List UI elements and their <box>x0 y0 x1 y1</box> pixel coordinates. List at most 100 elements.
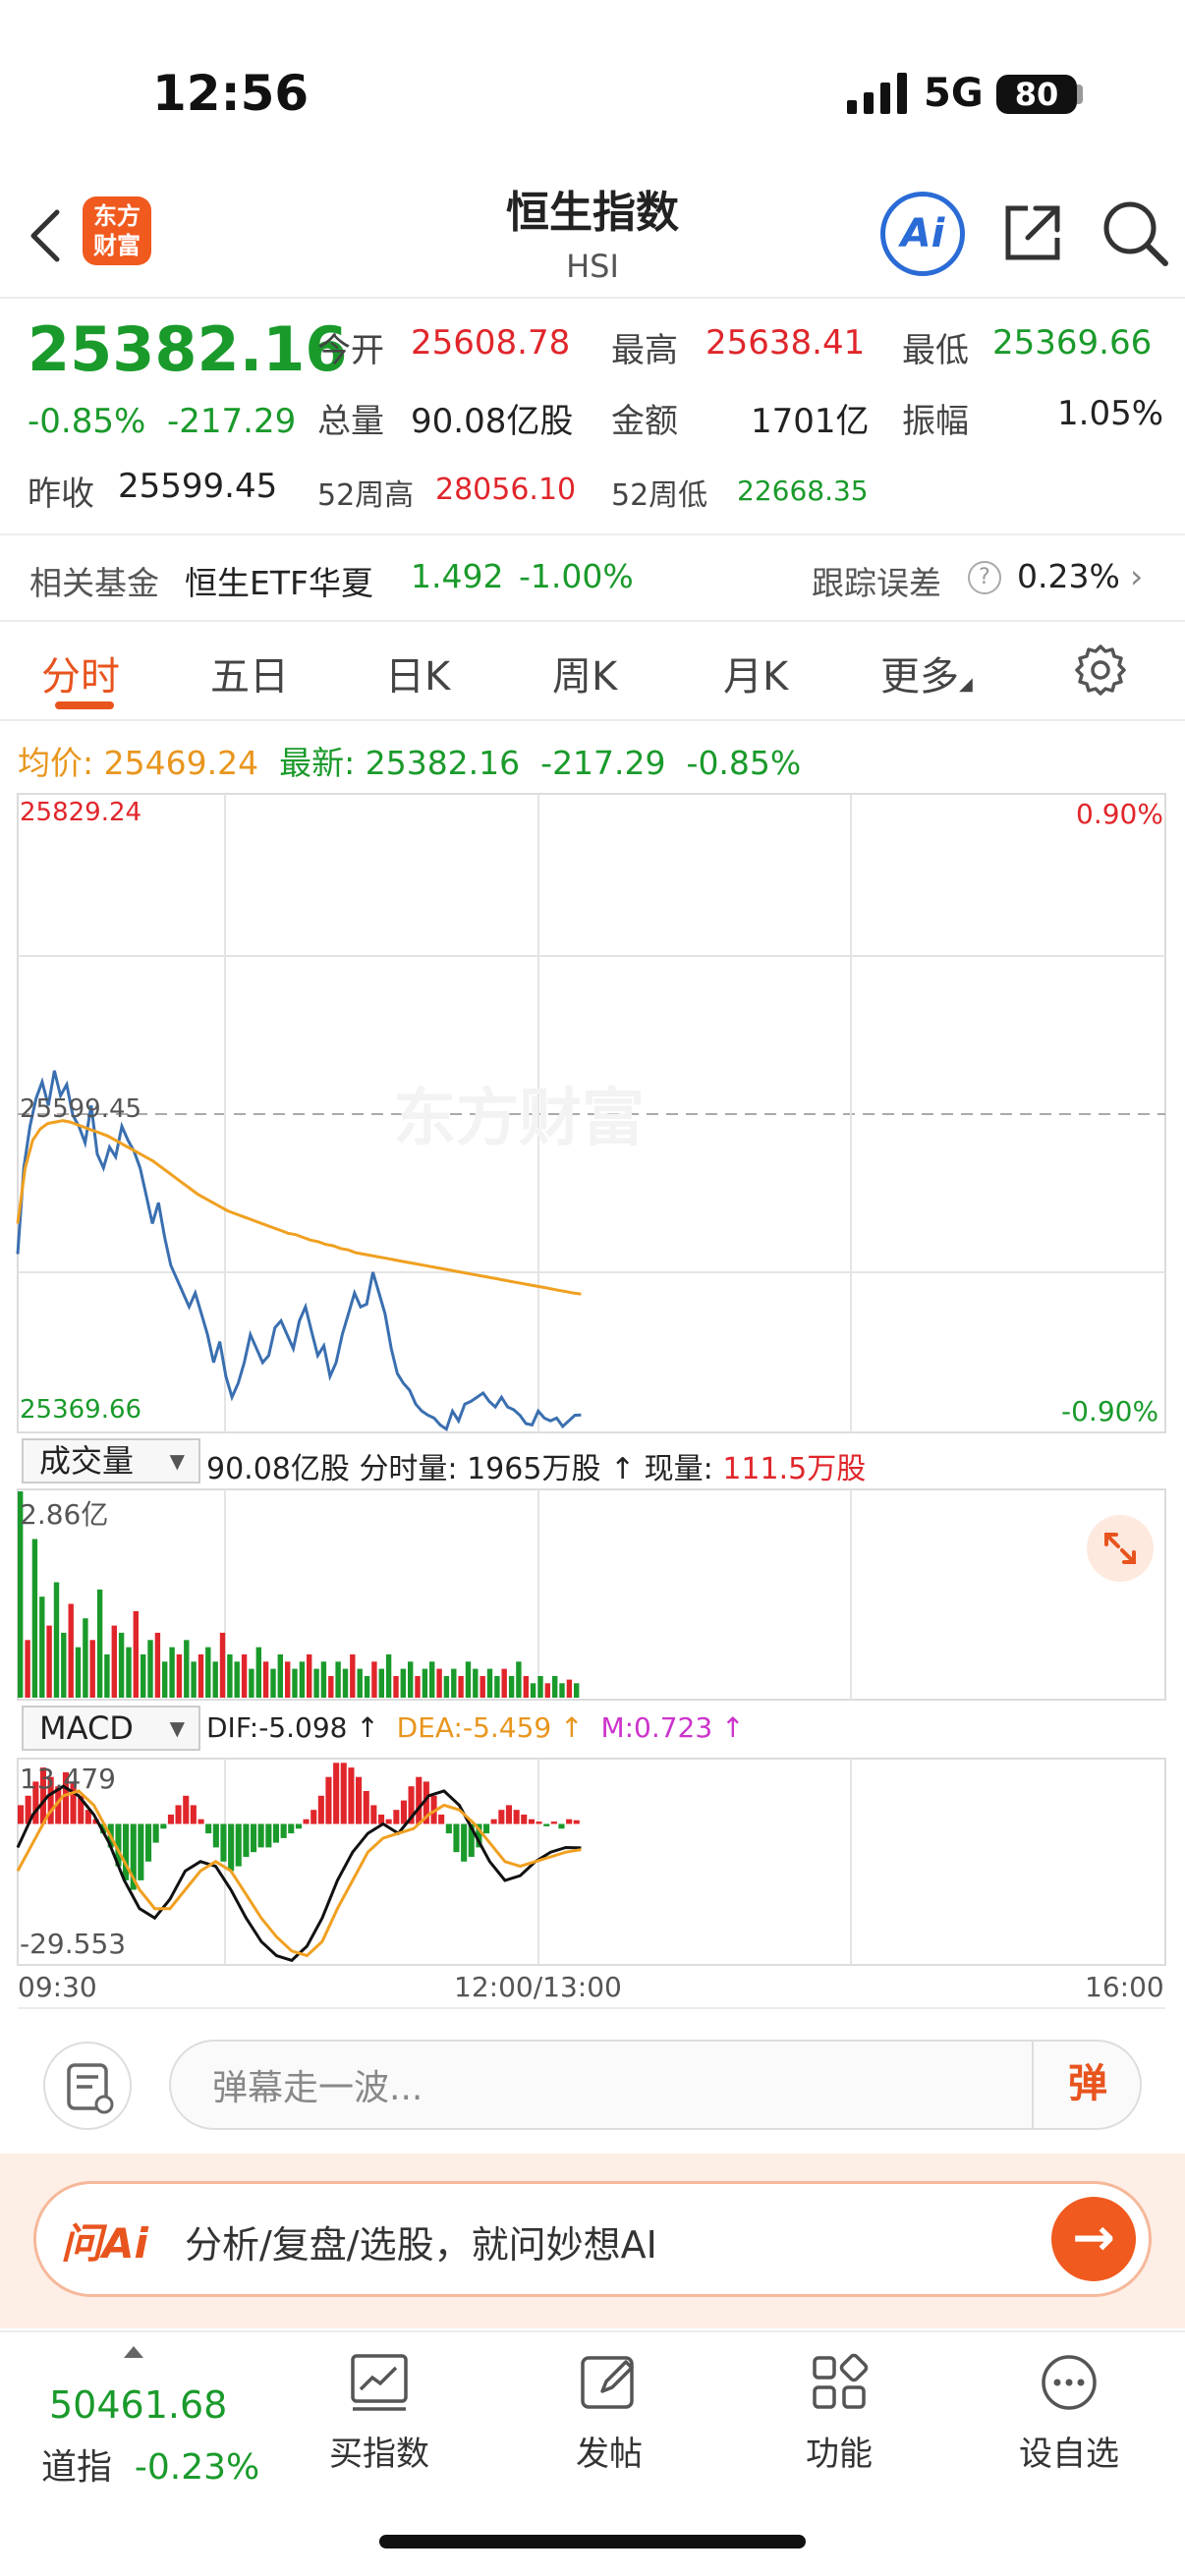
related-fund-row[interactable]: 相关基金 恒生ETF华夏 1.492 -1.00% 跟踪误差 ? 0.23% › <box>0 535 1185 620</box>
volume-bar <box>494 1676 500 1698</box>
macd-histogram-bar <box>272 1823 279 1843</box>
volume-bar <box>473 1668 479 1698</box>
volume-bar <box>458 1676 464 1698</box>
tab-monthly-k[interactable]: 月K <box>723 644 788 701</box>
functions-button[interactable]: 功能 <box>761 2352 918 2475</box>
macd-histogram-bar <box>550 1821 557 1824</box>
volume-frame <box>17 1488 1166 1701</box>
volume-bar <box>249 1668 254 1698</box>
status-time: 12:56 <box>152 65 310 122</box>
macd-histogram-bar <box>220 1823 227 1862</box>
volume-bar <box>118 1632 125 1698</box>
add-watchlist-button[interactable]: 设自选 <box>990 2352 1148 2475</box>
macd-histogram-bar <box>198 1819 204 1824</box>
volume-bar <box>277 1653 283 1698</box>
macd-histogram-bar <box>317 1795 324 1824</box>
macd-histogram-bar <box>280 1823 287 1838</box>
volume-bar <box>104 1653 110 1698</box>
pct-min-label: -0.90% <box>1061 1395 1159 1428</box>
pct-max-label: 0.90% <box>1076 798 1163 830</box>
macd-histogram-bar <box>340 1763 347 1824</box>
high-value: 25638.41 <box>705 323 866 363</box>
macd-info: DIF:-5.098 ↑ DEA:-5.459 ↑ M:0.723 ↑ <box>206 1711 745 1744</box>
macd-histogram-bar <box>490 1819 497 1824</box>
tab-more[interactable]: 更多◢ <box>880 644 973 701</box>
volume-bar <box>400 1668 406 1698</box>
volume-bar <box>350 1653 356 1698</box>
macd-selector[interactable]: MACD ▼ <box>22 1706 200 1751</box>
caret-up-icon[interactable] <box>124 2346 143 2358</box>
volume-bar <box>162 1661 168 1698</box>
chart-icon <box>351 2354 408 2411</box>
volume-bar <box>46 1625 52 1698</box>
home-indicator[interactable] <box>379 2535 806 2548</box>
divider <box>0 719 1185 721</box>
volume-bar <box>516 1661 522 1698</box>
expand-button[interactable] <box>1087 1515 1154 1582</box>
tab-weekly-k[interactable]: 周K <box>552 644 617 701</box>
tab-intraday[interactable]: 分时 <box>41 644 120 701</box>
volume-bar <box>574 1683 580 1698</box>
arrow-right-icon[interactable]: → <box>1051 2197 1136 2281</box>
volume-bar <box>465 1661 472 1698</box>
ai-ask-bar: 问Ai 分析/复盘/选股，就问妙想AI → <box>0 2154 1185 2328</box>
volume-bar <box>342 1668 349 1698</box>
macd-histogram-bar <box>175 1805 182 1824</box>
volume-bar <box>255 1647 261 1698</box>
macd-histogram-bar <box>325 1776 332 1824</box>
price-max-label: 25829.24 <box>20 798 142 827</box>
ai-button[interactable]: Ai <box>880 192 965 276</box>
danmaku-toggle[interactable]: 弹 <box>1032 2040 1142 2130</box>
battery-icon: 80 <box>996 75 1077 114</box>
search-icon[interactable] <box>1100 198 1169 267</box>
fund-change: -1.00% <box>519 557 634 595</box>
macd-histogram-bar <box>558 1823 565 1829</box>
volume-bar <box>508 1676 515 1698</box>
share-icon[interactable] <box>1000 200 1065 265</box>
volume-bar <box>378 1668 384 1698</box>
macd-histogram-bar <box>356 1776 363 1824</box>
volume-bar <box>422 1668 428 1698</box>
more-circle-icon <box>1042 2355 1097 2410</box>
macd-histogram-bar <box>205 1823 212 1834</box>
help-icon[interactable]: ? <box>968 561 1001 594</box>
volume-bar <box>212 1661 218 1698</box>
edit-icon <box>581 2356 634 2409</box>
low-label: 最低 <box>902 331 969 370</box>
macd-histogram-bar <box>167 1815 174 1824</box>
macd-histogram-bar <box>566 1819 573 1824</box>
macd-histogram-bar <box>228 1823 235 1872</box>
volume-label: 总量 <box>317 402 384 441</box>
volume-bar <box>313 1668 319 1698</box>
w52-high-value: 28056.10 <box>435 473 577 507</box>
intraday-chart[interactable]: 东方财富 25829.24 0.90% 25599.45 25369.66 -0… <box>0 786 1185 2014</box>
notes-button[interactable] <box>43 2042 132 2130</box>
last-price: 25382.16 <box>28 313 348 385</box>
volume-bar <box>111 1625 117 1698</box>
volume-bar <box>126 1647 132 1698</box>
volume-info: 90.08亿股 分时量: 1965万股 ↑ 现量: 111.5万股 <box>206 1452 867 1486</box>
low-value: 25369.66 <box>992 323 1153 363</box>
volume-bar <box>31 1539 38 1698</box>
w52-low-label: 52周低 <box>611 478 708 513</box>
dow-label[interactable]: 道指 -0.23% <box>41 2438 259 2490</box>
volume-bar <box>83 1618 88 1698</box>
dow-value[interactable]: 50461.68 <box>49 2383 227 2427</box>
volume-bar <box>537 1676 543 1698</box>
chevron-right-icon[interactable]: › <box>1130 557 1143 595</box>
latest-value: 25382.16 <box>365 744 521 782</box>
signal-icon <box>847 73 907 114</box>
grid-icon <box>813 2353 869 2409</box>
tab-five-day[interactable]: 五日 <box>210 644 289 701</box>
gear-icon[interactable] <box>1073 643 1128 698</box>
buy-index-button[interactable]: 买指数 <box>301 2352 458 2475</box>
volume-bar <box>75 1647 82 1698</box>
volume-selector[interactable]: 成交量 ▼ <box>22 1438 200 1484</box>
fund-name[interactable]: 恒生ETF华夏 <box>185 557 373 604</box>
macd-histogram-bar <box>461 1823 468 1862</box>
macd-histogram-bar <box>438 1815 445 1824</box>
volume-bar <box>429 1661 435 1698</box>
tab-daily-k[interactable]: 日K <box>385 644 450 701</box>
post-button[interactable]: 发帖 <box>531 2352 688 2475</box>
caret-down-icon: ◢ <box>959 674 973 695</box>
